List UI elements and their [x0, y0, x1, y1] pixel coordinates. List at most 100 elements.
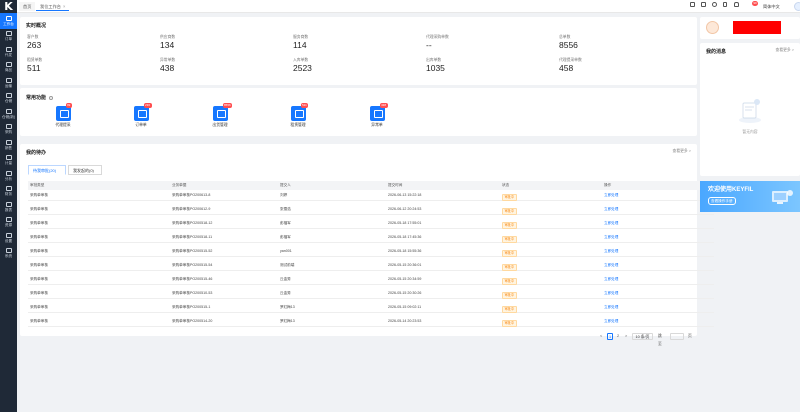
- sidebar-item-label: 工作台: [3, 21, 14, 26]
- user-avatar[interactable]: [794, 2, 800, 11]
- table-cell: 采购单审核PO200514-20: [172, 319, 213, 323]
- help-icon[interactable]: [712, 1, 717, 7]
- prev-page-button[interactable]: <: [600, 332, 602, 340]
- sidebar-item-13[interactable]: 资源: [0, 215, 17, 231]
- nav-icon: [5, 62, 12, 68]
- table-cell: 2026-05-18 15:55:36: [388, 249, 422, 253]
- sidebar-item-9[interactable]: 计量: [0, 153, 17, 169]
- stat-value: 458: [559, 63, 574, 73]
- sidebar-item-5[interactable]: 仓储: [0, 91, 17, 107]
- illustration-icon: [770, 187, 794, 207]
- tab-initiated[interactable]: 我发起的(0): [68, 165, 102, 175]
- process-now-link[interactable]: 立即处理: [604, 190, 618, 201]
- process-now-link[interactable]: 立即处理: [604, 316, 618, 327]
- nav-icon: [5, 201, 12, 207]
- function-shortcut[interactable]: 438 异常单: [357, 103, 397, 128]
- table-header: 审批类型 业务单据 提交人 提交时间 状态 操作: [28, 181, 714, 190]
- sidebar-item-label: 仓储(新): [1, 114, 16, 119]
- process-now-link[interactable]: 立即处理: [604, 246, 618, 257]
- manual-button[interactable]: 查看操作手册: [708, 197, 736, 205]
- table-row: 采购单审核 采购单审核PO200515-52 yan001 2026-05-18 15…: [28, 246, 714, 257]
- language-switcher[interactable]: 简体中文: [763, 2, 780, 11]
- sidebar-item-11[interactable]: 财务: [0, 184, 17, 200]
- close-icon[interactable]: ×: [63, 4, 65, 9]
- tab-home[interactable]: 首页: [19, 2, 36, 11]
- page-unit-label: 页: [688, 334, 692, 338]
- sidebar-item-label: 销售: [4, 145, 13, 150]
- count-badge: 511: [300, 103, 309, 108]
- sidebar-item-4[interactable]: 运输: [0, 75, 17, 91]
- sidebar-item-7[interactable]: 采购: [0, 122, 17, 138]
- overview-title: 实时概况: [26, 23, 47, 29]
- nav-icon: [5, 155, 12, 161]
- page-size-select[interactable]: 10 条/页: [632, 332, 653, 340]
- table-cell: 罗红梅13: [280, 319, 295, 323]
- table-cell: 罗红梅13: [280, 305, 295, 309]
- column-header: 操作: [604, 183, 612, 187]
- app-logo[interactable]: K: [0, 0, 17, 13]
- stat-value: 114: [293, 40, 307, 50]
- sidebar-item-label: 设置: [4, 238, 13, 243]
- table-cell: 采购单审核: [30, 291, 48, 295]
- sidebar-item-10[interactable]: 分析: [0, 168, 17, 184]
- status-badge: 审批中: [502, 193, 517, 201]
- status-badge: 审批中: [502, 319, 517, 327]
- process-now-link[interactable]: 立即处理: [604, 260, 618, 271]
- next-page-button[interactable]: >: [625, 332, 627, 340]
- process-now-link[interactable]: 立即处理: [604, 232, 618, 243]
- function-shortcut[interactable]: 236 订单单: [121, 103, 161, 128]
- tab-workbench[interactable]: 我位工作台 ×: [36, 2, 70, 11]
- messages-card: 我的消息 查看更多 > 暂无内容: [700, 43, 800, 176]
- table-cell: 丘金秀: [280, 277, 291, 281]
- table-cell: 丘金秀: [280, 291, 291, 295]
- table-row: 采购单审核 采购单审核PO200514-20 罗红梅13 2026-05-14 20:…: [28, 316, 714, 327]
- process-now-link[interactable]: 立即处理: [604, 288, 618, 299]
- empty-text: 暂无内容: [742, 130, 758, 134]
- sidebar-item-6[interactable]: 仓储(新): [0, 106, 17, 122]
- table-cell: 2026-05-15 09:02:11: [388, 305, 422, 309]
- table-cell: 采购单审核PO200510-53: [172, 291, 213, 295]
- welcome-banner[interactable]: 欢迎使用KEYFIL 查看操作手册: [700, 181, 800, 212]
- table-cell: 采购单审核: [30, 221, 48, 225]
- sidebar-item-label: 报表: [4, 207, 13, 212]
- sidebar-item-2[interactable]: 代发: [0, 44, 17, 60]
- table-cell: 采购单审核PO200518-12: [172, 221, 213, 225]
- messages-more-link[interactable]: 查看更多 >: [776, 48, 794, 53]
- sidebar-item-12[interactable]: 报表: [0, 199, 17, 215]
- process-now-link[interactable]: 立即处理: [604, 218, 618, 229]
- column-header: 业务单据: [172, 183, 187, 187]
- process-now-link[interactable]: 立即处理: [604, 302, 618, 313]
- tab-pending-approval[interactable]: 待我审批(20): [28, 165, 66, 175]
- todo-title: 我的待办: [26, 150, 47, 156]
- search-icon[interactable]: [701, 1, 706, 7]
- mobile-icon[interactable]: [723, 1, 727, 7]
- nav-icon: [5, 186, 12, 192]
- fullscreen-icon[interactable]: [690, 1, 695, 7]
- nav-icon: [5, 232, 12, 238]
- sidebar-item-label: 订单: [4, 37, 13, 42]
- sidebar-item-15[interactable]: 系统: [0, 246, 17, 262]
- sidebar-item-1[interactable]: 订单: [0, 29, 17, 45]
- function-shortcut[interactable]: 511 租赁管理: [278, 103, 318, 128]
- process-now-link[interactable]: 立即处理: [604, 204, 618, 215]
- process-now-link[interactable]: 立即处理: [604, 274, 618, 285]
- sidebar-item-8[interactable]: 销售: [0, 137, 17, 153]
- sidebar-item-3[interactable]: 商品: [0, 60, 17, 76]
- function-shortcut[interactable]: 8556 出货管理: [200, 103, 240, 128]
- page-2-button[interactable]: 2: [617, 332, 619, 340]
- function-shortcut[interactable]: 99 代理提采: [43, 103, 83, 128]
- status-badge: 审批中: [502, 305, 517, 313]
- function-icon: 99: [55, 103, 72, 121]
- bell-icon[interactable]: [734, 1, 739, 7]
- status-badge: 审批中: [502, 235, 517, 243]
- sidebar-item-14[interactable]: 设置: [0, 230, 17, 246]
- goto-page-input[interactable]: [670, 332, 684, 340]
- table-cell: 彭福军: [280, 221, 291, 225]
- table-cell: 2026-05-18 17:55:01: [388, 221, 422, 225]
- settings-icon[interactable]: [49, 95, 54, 100]
- todo-more-link[interactable]: 查看更多 >: [673, 149, 691, 154]
- sidebar-item-0[interactable]: 工作台: [0, 13, 17, 29]
- page-1-button[interactable]: 1: [607, 332, 613, 340]
- nav-icon: [5, 46, 12, 52]
- stat-value: 8556: [559, 40, 578, 50]
